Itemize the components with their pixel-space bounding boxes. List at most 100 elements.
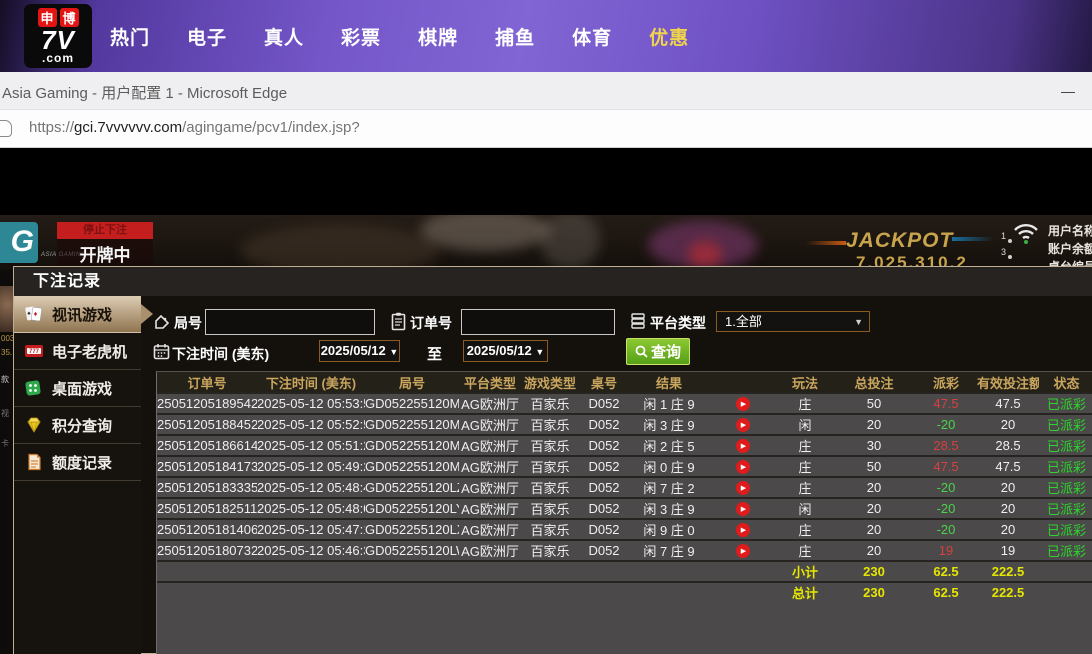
minimize-button[interactable]: — bbox=[1048, 72, 1088, 110]
sidebar-item-label: 桌面游戏 bbox=[52, 378, 112, 399]
url-text[interactable]: https://gci.7vvvvvv.com/agingame/pcv1/in… bbox=[29, 119, 360, 136]
nav-item-8[interactable]: 优惠 bbox=[649, 23, 689, 50]
sidebar-item-label: 积分查询 bbox=[52, 415, 112, 436]
empty-cell bbox=[579, 561, 629, 582]
browser-urlbar[interactable]: https://gci.7vvvvvv.com/agingame/pcv1/in… bbox=[0, 110, 1092, 148]
nav-item-7[interactable]: 体育 bbox=[572, 23, 612, 50]
table-row-4: 2505120518417372025-05-12 05:49:26GD0522… bbox=[157, 456, 1092, 477]
replay-button[interactable]: ▶ bbox=[736, 460, 750, 474]
empty-cell bbox=[157, 561, 257, 582]
empty-cell bbox=[709, 561, 777, 582]
replay-button[interactable]: ▶ bbox=[736, 523, 750, 537]
query-button-label: 查询 bbox=[651, 341, 681, 362]
play-cell: 闲 bbox=[777, 498, 833, 519]
nav-item-3[interactable]: 真人 bbox=[264, 23, 304, 50]
url-path: /agingame/pcv1/index.jsp? bbox=[182, 119, 360, 136]
table-row-2: 2505120518845262025-05-12 05:52:58GD0522… bbox=[157, 414, 1092, 435]
status-cell: 已派彩 bbox=[1039, 498, 1092, 519]
bet-cell: 20 bbox=[833, 540, 915, 561]
banner-blob bbox=[688, 241, 722, 267]
subtotal-valid: 222.5 bbox=[977, 561, 1039, 582]
empty-cell bbox=[1039, 561, 1092, 582]
site-logo[interactable]: 申 博 7V .com bbox=[24, 4, 92, 68]
banner-blob bbox=[420, 215, 550, 251]
payout-cell: 28.5 bbox=[915, 435, 977, 456]
stop-bet-label: 停止下注 bbox=[57, 222, 153, 239]
order-number-input[interactable] bbox=[461, 309, 615, 335]
username-label: 用户名称 bbox=[1048, 222, 1092, 239]
nav-item-4[interactable]: 彩票 bbox=[341, 23, 381, 50]
dealer-photo-fragment bbox=[0, 286, 13, 332]
credit-icon bbox=[24, 453, 44, 471]
nav-item-5[interactable]: 棋牌 bbox=[418, 23, 458, 50]
svg-text:♦: ♦ bbox=[34, 311, 38, 318]
tag-icon bbox=[154, 314, 171, 331]
query-button[interactable]: 查询 bbox=[626, 338, 690, 365]
side-number-2: 3 bbox=[1001, 247, 1006, 257]
time-cell: 2025-05-12 05:48:46 bbox=[257, 477, 365, 498]
sidebar-item-2[interactable]: 777电子老虎机 bbox=[14, 333, 141, 370]
play-icon: ▶ bbox=[741, 443, 746, 450]
order-cell: 250512051895425 bbox=[157, 393, 257, 414]
empty-cell bbox=[157, 582, 257, 602]
bet-time-label: 下注时间 (美东) bbox=[172, 344, 269, 364]
payout-cell: 47.5 bbox=[915, 393, 977, 414]
replay-button[interactable]: ▶ bbox=[736, 481, 750, 495]
column-header-2: 下注时间 (美东) bbox=[257, 372, 365, 393]
time-cell: 2025-05-12 05:49:26 bbox=[257, 456, 365, 477]
balance-label: 账户余额 bbox=[1048, 240, 1092, 257]
play-icon: ▶ bbox=[741, 485, 746, 492]
round-cell: GD052255120M6 bbox=[365, 393, 459, 414]
platform-type-select[interactable]: 1.全部 ▼ bbox=[716, 311, 870, 332]
cards-icon: ♦♠ bbox=[24, 305, 44, 323]
result-cell: 闲 2 庄 5 bbox=[629, 435, 709, 456]
payout-cell: -20 bbox=[915, 414, 977, 435]
order-cell: 250512051866141 bbox=[157, 435, 257, 456]
records-table: 订单号下注时间 (美东)局号平台类型游戏类型桌号结果玩法总投注派彩有效投注额状态… bbox=[157, 372, 1092, 602]
date-from-picker[interactable]: 2025/05/12 ▼ bbox=[319, 340, 400, 362]
replay-button[interactable]: ▶ bbox=[736, 502, 750, 516]
nav-item-2[interactable]: 电子 bbox=[187, 23, 227, 50]
table-no-cell: D052 bbox=[579, 393, 629, 414]
date-to-picker[interactable]: 2025/05/12 ▼ bbox=[463, 340, 548, 362]
round-number-input[interactable] bbox=[205, 309, 375, 335]
nav-item-1[interactable]: 热门 bbox=[110, 23, 150, 50]
sidebar-item-3[interactable]: 桌面游戏 bbox=[14, 370, 141, 407]
side-dot bbox=[1008, 255, 1012, 259]
column-header-3: 局号 bbox=[365, 372, 459, 393]
bet-cell: 50 bbox=[833, 456, 915, 477]
table-no-cell: D052 bbox=[579, 435, 629, 456]
url-host: gci.7vvvvvv.com bbox=[74, 119, 182, 136]
platform-cell: AG欧洲厅 bbox=[459, 456, 521, 477]
sidebar-item-label: 电子老虎机 bbox=[52, 341, 127, 362]
platform-type-value: 1.全部 bbox=[725, 314, 762, 329]
sidebar-item-4[interactable]: 积分查询 bbox=[14, 407, 141, 444]
table-header-row: 订单号下注时间 (美东)局号平台类型游戏类型桌号结果玩法总投注派彩有效投注额状态 bbox=[157, 372, 1092, 393]
table-row-6: 2505120518251102025-05-12 05:48:05GD0522… bbox=[157, 498, 1092, 519]
empty-cell bbox=[1039, 582, 1092, 602]
replay-button[interactable]: ▶ bbox=[736, 439, 750, 453]
table-no-cell: D052 bbox=[579, 456, 629, 477]
sidebar-item-1[interactable]: ♦♠视讯游戏 bbox=[14, 296, 141, 333]
empty-cell bbox=[257, 582, 365, 602]
jackpot-line-left bbox=[806, 241, 846, 245]
site-info-icon[interactable] bbox=[0, 120, 12, 137]
replay-button[interactable]: ▶ bbox=[736, 418, 750, 432]
column-header-6: 桌号 bbox=[579, 372, 629, 393]
table-no-cell: D052 bbox=[579, 498, 629, 519]
bet-cell: 30 bbox=[833, 435, 915, 456]
replay-button[interactable]: ▶ bbox=[736, 397, 750, 411]
round-number-label: 局号 bbox=[174, 313, 202, 333]
platform-cell: AG欧洲厅 bbox=[459, 477, 521, 498]
play-icon: ▶ bbox=[741, 548, 746, 555]
banner-blob bbox=[540, 215, 600, 269]
nav-item-6[interactable]: 捕鱼 bbox=[495, 23, 535, 50]
valid-cell: 20 bbox=[977, 519, 1039, 540]
game-cell: 百家乐 bbox=[521, 435, 579, 456]
subtotal-row: 小计23062.5222.5 bbox=[157, 561, 1092, 582]
sidebar-item-5[interactable]: 额度记录 bbox=[14, 444, 141, 481]
column-header-1: 订单号 bbox=[157, 372, 257, 393]
table-row-7: 2505120518140682025-05-12 05:47:10GD0522… bbox=[157, 519, 1092, 540]
empty-cell bbox=[365, 582, 459, 602]
replay-button[interactable]: ▶ bbox=[736, 544, 750, 558]
